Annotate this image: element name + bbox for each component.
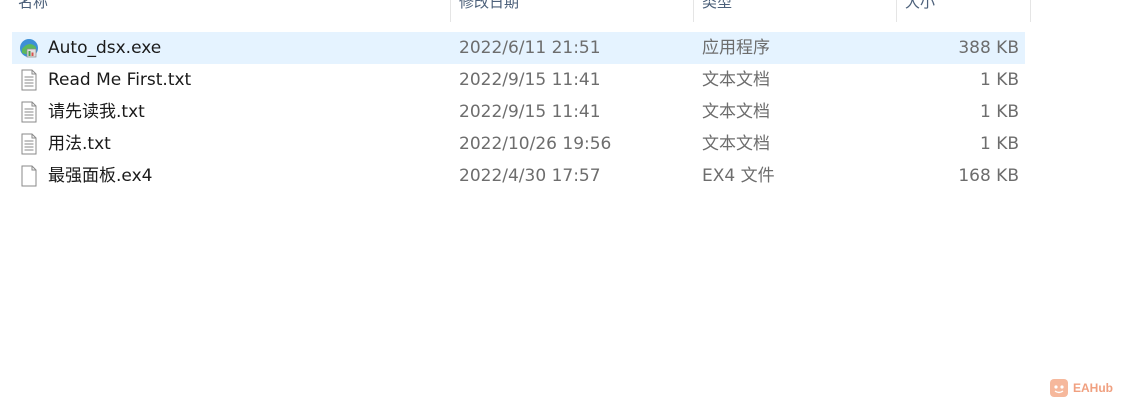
file-row-zui-qiang-mian-ban-ex4[interactable]: 最强面板.ex4 2022/4/30 17:57 EX4 文件 168 KB xyxy=(12,160,1025,192)
eahub-watermark: EAHub xyxy=(1050,377,1113,399)
file-row-qing-xian-du-wo-txt[interactable]: 请先读我.txt 2022/9/15 11:41 文本文档 1 KB xyxy=(12,96,1025,128)
file-type: 文本文档 xyxy=(702,70,770,90)
column-header-name[interactable]: 名称 xyxy=(10,0,450,22)
file-date-modified: 2022/9/15 11:41 xyxy=(459,70,601,90)
file-name: 请先读我.txt xyxy=(48,102,145,122)
file-explorer-window: 名称 修改日期 类型 大小 Auto_dsx.exe 2022/6/11 21:… xyxy=(0,0,1123,405)
file-row-yong-fa-txt[interactable]: 用法.txt 2022/10/26 19:56 文本文档 1 KB xyxy=(12,128,1025,160)
file-row-read-me-first-txt[interactable]: Read Me First.txt 2022/9/15 11:41 文本文档 1… xyxy=(12,64,1025,96)
column-header-date-modified[interactable]: 修改日期 xyxy=(450,0,693,22)
file-name: 用法.txt xyxy=(48,134,111,154)
file-type: 文本文档 xyxy=(702,134,770,154)
blank-file-icon xyxy=(18,165,40,187)
file-date-modified: 2022/6/11 21:51 xyxy=(459,38,601,58)
watermark-text: EAHub xyxy=(1073,381,1113,395)
file-row-auto-dsx-exe[interactable]: Auto_dsx.exe 2022/6/11 21:51 应用程序 388 KB xyxy=(12,32,1025,64)
file-date-modified: 2022/9/15 11:41 xyxy=(459,102,601,122)
eahub-logo-icon xyxy=(1050,379,1068,397)
file-type: 文本文档 xyxy=(702,102,770,122)
file-size: 388 KB xyxy=(958,38,1019,58)
column-header-size[interactable]: 大小 xyxy=(896,0,1031,22)
file-size: 1 KB xyxy=(979,70,1019,90)
text-document-icon xyxy=(18,101,40,123)
file-type: EX4 文件 xyxy=(702,166,775,186)
exe-app-icon xyxy=(18,37,40,59)
column-header-type[interactable]: 类型 xyxy=(693,0,896,22)
column-header: 名称 修改日期 类型 大小 xyxy=(0,0,1031,22)
file-name: Read Me First.txt xyxy=(48,70,192,90)
file-date-modified: 2022/10/26 19:56 xyxy=(459,134,612,154)
text-document-icon xyxy=(18,133,40,155)
file-type: 应用程序 xyxy=(702,38,770,58)
file-list: Auto_dsx.exe 2022/6/11 21:51 应用程序 388 KB… xyxy=(12,32,1025,192)
text-document-icon xyxy=(18,69,40,91)
file-size: 168 KB xyxy=(958,166,1019,186)
file-size: 1 KB xyxy=(979,102,1019,122)
file-name: 最强面板.ex4 xyxy=(48,166,153,186)
file-size: 1 KB xyxy=(979,134,1019,154)
file-date-modified: 2022/4/30 17:57 xyxy=(459,166,601,186)
file-name: Auto_dsx.exe xyxy=(48,38,162,58)
